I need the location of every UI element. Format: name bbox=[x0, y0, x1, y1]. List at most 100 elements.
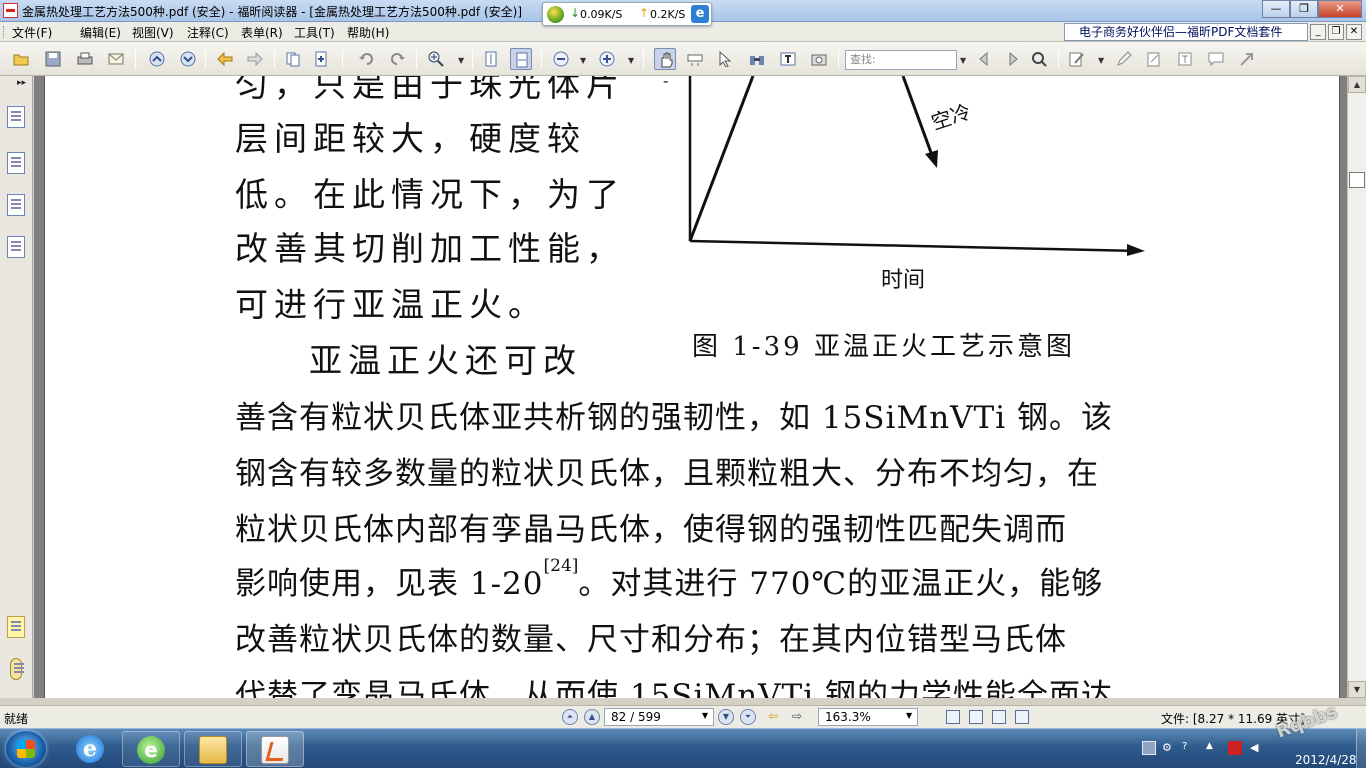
email-button[interactable] bbox=[105, 48, 127, 70]
menu-file[interactable]: 文件(F) bbox=[12, 24, 52, 41]
continuous-layout-icon[interactable] bbox=[969, 710, 983, 724]
previous-page-button[interactable] bbox=[146, 48, 168, 70]
last-page-icon[interactable]: ⏷ bbox=[740, 709, 756, 725]
save-icon bbox=[45, 51, 61, 67]
hand-tool-button[interactable] bbox=[654, 48, 676, 70]
pages-panel-icon[interactable] bbox=[7, 152, 25, 174]
security-icon[interactable] bbox=[1228, 741, 1242, 755]
network-speed-widget[interactable]: ↓ 0.09K/S ↑ 0.2K/S e bbox=[542, 2, 712, 26]
zoom-dropdown-icon[interactable]: ▼ bbox=[906, 711, 912, 720]
continuous-facing-layout-icon[interactable] bbox=[1015, 710, 1029, 724]
facing-layout-icon[interactable] bbox=[992, 710, 1006, 724]
sign-button[interactable] bbox=[1113, 48, 1135, 70]
insert-page-button[interactable] bbox=[310, 48, 332, 70]
annotate-button[interactable] bbox=[1066, 48, 1088, 70]
select-annotation-button[interactable] bbox=[714, 48, 736, 70]
snapshot-button[interactable] bbox=[808, 48, 830, 70]
tray-settings-icon[interactable]: ⚙ bbox=[1162, 741, 1176, 755]
save-button[interactable] bbox=[42, 48, 64, 70]
back-view-icon[interactable]: ⇦ bbox=[768, 709, 778, 723]
restore-button[interactable]: ❐ bbox=[1290, 0, 1318, 18]
layers-panel-icon[interactable] bbox=[7, 194, 25, 216]
fit-page-button[interactable] bbox=[480, 48, 502, 70]
bookmarks-icon[interactable] bbox=[7, 106, 25, 128]
fit-width-button[interactable] bbox=[510, 48, 532, 70]
next-page-icon[interactable]: ▼ bbox=[718, 709, 734, 725]
annotate-dropdown[interactable]: ▼ bbox=[1098, 56, 1104, 65]
citation-ref[interactable]: [24] bbox=[544, 556, 579, 576]
start-button[interactable] bbox=[6, 731, 46, 767]
vertical-scrollbar[interactable]: ▲ ▼ bbox=[1347, 76, 1366, 698]
zoom-level-input[interactable]: 163.3% bbox=[818, 708, 918, 726]
text-box-button[interactable] bbox=[1174, 48, 1196, 70]
doc-minimize-button[interactable]: _ bbox=[1310, 24, 1326, 40]
menu-view[interactable]: 视图(V) bbox=[132, 24, 174, 41]
toolbar-separator bbox=[541, 49, 542, 69]
print-button[interactable] bbox=[74, 48, 96, 70]
single-page-layout-icon[interactable] bbox=[946, 710, 960, 724]
menu-help[interactable]: 帮助(H) bbox=[347, 24, 389, 41]
paperclip-icon[interactable] bbox=[10, 658, 24, 680]
note-edit-icon bbox=[1069, 52, 1084, 67]
expand-panel-icon[interactable]: ▸▸ bbox=[17, 78, 26, 88]
back-button[interactable] bbox=[214, 48, 236, 70]
edit-button[interactable] bbox=[1143, 48, 1165, 70]
toolbar-separator bbox=[205, 49, 206, 69]
keyboard-icon[interactable] bbox=[1142, 741, 1156, 755]
prev-page-icon[interactable]: ▲ bbox=[584, 709, 600, 725]
find-input[interactable]: 查找: bbox=[845, 50, 957, 70]
page-number-input[interactable]: 82 / 599 bbox=[604, 708, 714, 726]
status-text: 就绪 bbox=[4, 712, 29, 726]
zoom-in-button[interactable] bbox=[596, 48, 618, 70]
menu-edit[interactable]: 编辑(E) bbox=[80, 24, 121, 41]
taskbar-browser[interactable]: e bbox=[122, 731, 180, 767]
find-next-button[interactable] bbox=[1001, 48, 1023, 70]
undo-button[interactable] bbox=[356, 48, 378, 70]
page-dropdown-icon[interactable]: ▼ bbox=[702, 711, 708, 720]
find-previous-button[interactable] bbox=[974, 48, 996, 70]
close-button[interactable]: ✕ bbox=[1318, 0, 1362, 18]
comments-panel-icon[interactable] bbox=[7, 616, 25, 638]
scroll-thumb[interactable] bbox=[1349, 172, 1365, 188]
open-button[interactable] bbox=[10, 48, 32, 70]
attachments-panel-icon[interactable] bbox=[7, 236, 25, 258]
zoom-tool-dropdown[interactable]: ▼ bbox=[458, 56, 464, 65]
menu-tools[interactable]: 工具(T) bbox=[294, 24, 335, 41]
doc-restore-button[interactable]: ❐ bbox=[1328, 24, 1344, 40]
forward-view-icon[interactable]: ⇨ bbox=[792, 709, 802, 723]
typewriter-icon bbox=[780, 52, 796, 66]
zoom-out-button[interactable] bbox=[550, 48, 572, 70]
menu-comment[interactable]: 注释(C) bbox=[187, 24, 229, 41]
scroll-up-icon[interactable]: ▲ bbox=[1348, 76, 1366, 93]
menu-form[interactable]: 表单(R) bbox=[241, 24, 283, 41]
find-dropdown[interactable]: ▼ bbox=[960, 56, 966, 65]
forward-button[interactable] bbox=[244, 48, 266, 70]
ie-icon[interactable]: e bbox=[691, 5, 709, 23]
find-button[interactable] bbox=[746, 48, 768, 70]
taskbar-foxit[interactable] bbox=[246, 731, 304, 767]
doc-close-button[interactable]: ✕ bbox=[1346, 24, 1362, 40]
search-button[interactable] bbox=[1028, 48, 1050, 70]
menu-grip[interactable] bbox=[3, 26, 6, 38]
select-text-button[interactable] bbox=[684, 48, 706, 70]
redo-button[interactable] bbox=[386, 48, 408, 70]
taskbar-ie[interactable]: e bbox=[62, 731, 120, 767]
typewriter-button[interactable] bbox=[777, 48, 799, 70]
zoom-in-dropdown[interactable]: ▼ bbox=[628, 56, 634, 65]
document-viewport[interactable]: 匀，只是由于珠光体片 层间距较大，硬度较 低。在此情况下，为了 改善其切削加工性… bbox=[34, 76, 1347, 698]
scroll-down-icon[interactable]: ▼ bbox=[1348, 681, 1366, 698]
arrow-tool-button[interactable] bbox=[1236, 48, 1258, 70]
comment-button[interactable] bbox=[1205, 48, 1227, 70]
foxit-suite-ad[interactable]: 电子商务好伙伴侣—福昕PDF文档套件 bbox=[1064, 23, 1308, 41]
foxit-app-icon[interactable] bbox=[3, 3, 18, 18]
zoom-out-dropdown[interactable]: ▼ bbox=[580, 56, 586, 65]
tray-help-icon[interactable]: ? bbox=[1182, 741, 1196, 755]
extract-pages-button[interactable] bbox=[282, 48, 304, 70]
show-hidden-icons[interactable]: ▲ bbox=[1206, 741, 1220, 755]
minimize-button[interactable]: — bbox=[1262, 0, 1290, 18]
volume-icon[interactable]: ◀ bbox=[1250, 741, 1264, 755]
taskbar-explorer[interactable] bbox=[184, 731, 242, 767]
zoom-tool-button[interactable] bbox=[425, 48, 447, 70]
next-page-button[interactable] bbox=[177, 48, 199, 70]
first-page-icon[interactable]: ⏶ bbox=[562, 709, 578, 725]
